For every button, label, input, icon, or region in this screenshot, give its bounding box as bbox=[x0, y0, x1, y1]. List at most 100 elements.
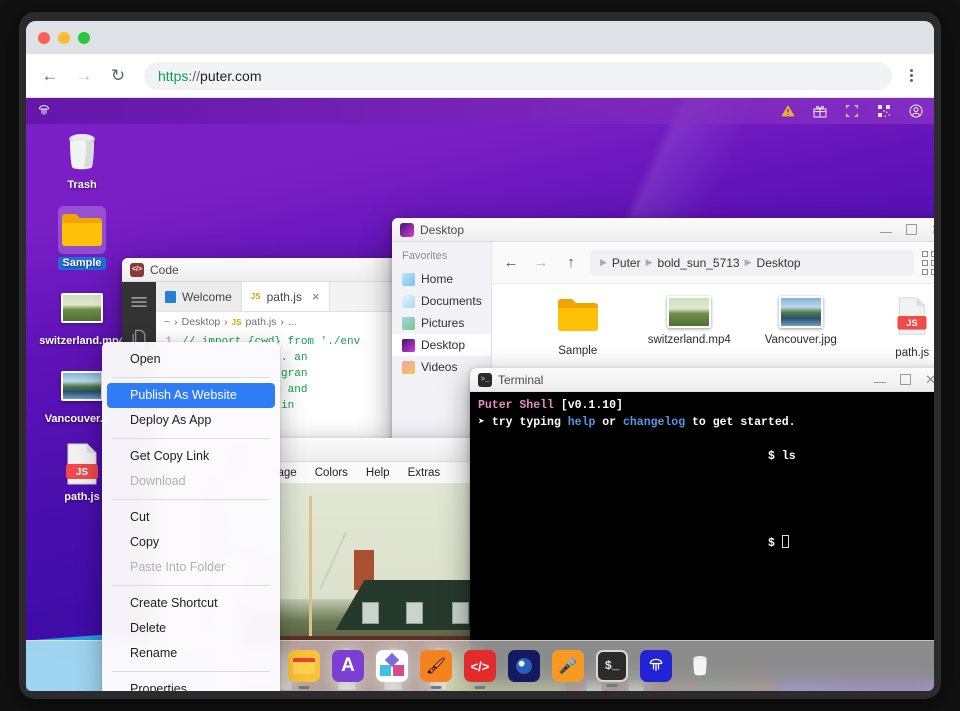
qr-code-icon[interactable] bbox=[876, 103, 892, 119]
menu-item-copy[interactable]: Copy bbox=[102, 530, 280, 555]
sidebar-item-pictures[interactable]: Pictures bbox=[392, 312, 491, 334]
menu-item-cut[interactable]: Cut bbox=[102, 505, 280, 530]
maximize-icon[interactable] bbox=[906, 224, 918, 235]
close-icon[interactable]: ✕ bbox=[925, 373, 934, 386]
dock-3d-app[interactable] bbox=[376, 650, 408, 682]
desktop-icon-label: Sample bbox=[58, 257, 106, 270]
breadcrumb-segment[interactable]: Puter bbox=[612, 256, 641, 270]
address-bar[interactable]: https://puter.com bbox=[144, 61, 892, 90]
menu-item-paste-into-folder: Paste Into Folder bbox=[130, 560, 226, 574]
menu-item-properties[interactable]: Properties bbox=[102, 677, 280, 691]
menu-item-publish-as-website[interactable]: Publish As Website bbox=[107, 383, 275, 408]
puter-logo-icon[interactable] bbox=[36, 103, 52, 119]
up-arrow-icon[interactable]: ↑ bbox=[560, 252, 582, 274]
forward-arrow-icon[interactable]: → bbox=[530, 252, 552, 274]
desktop-icon-trash[interactable]: Trash bbox=[38, 128, 126, 192]
back-arrow-icon[interactable]: ← bbox=[36, 62, 64, 90]
desktop-icon-sample[interactable]: Sample bbox=[38, 206, 126, 270]
minimize-icon[interactable] bbox=[874, 376, 887, 383]
kebab-menu-icon[interactable] bbox=[898, 62, 924, 90]
terminal-cursor-line: $ bbox=[478, 535, 934, 552]
hamburger-menu-icon[interactable] bbox=[129, 292, 149, 312]
context-menu[interactable]: Open Publish As Website Deploy As App Ge… bbox=[102, 342, 280, 691]
terminal-command-line: $ ls bbox=[478, 448, 934, 465]
dock-terminal-app[interactable]: $_ bbox=[596, 650, 628, 682]
tab-welcome[interactable]: Welcome bbox=[156, 282, 242, 311]
js-file-icon: JS bbox=[231, 317, 242, 327]
menu-extras[interactable]: Extras bbox=[408, 467, 441, 479]
js-file-icon: JS bbox=[58, 440, 106, 488]
desktop-icon-switzerland[interactable]: switzerland.mp4 bbox=[38, 284, 126, 348]
breadcrumb-segment[interactable]: Desktop bbox=[757, 256, 801, 270]
forward-arrow-icon[interactable]: → bbox=[70, 62, 98, 90]
maximize-window-button[interactable] bbox=[78, 32, 90, 44]
minimize-window-button[interactable] bbox=[58, 32, 70, 44]
close-window-button[interactable] bbox=[38, 32, 50, 44]
menu-item-open[interactable]: Open bbox=[102, 347, 280, 372]
dock-files-app[interactable] bbox=[288, 650, 320, 682]
menu-item-get-copy-link[interactable]: Get Copy Link bbox=[102, 444, 280, 469]
account-icon[interactable] bbox=[908, 103, 924, 119]
code-app-icon: </> bbox=[130, 262, 144, 277]
tab-pathjs[interactable]: JS path.js × bbox=[241, 282, 330, 311]
terminal-window[interactable]: >_ Terminal ✕ Puter Shell [v0.1.10] ➤ tr… bbox=[470, 368, 934, 680]
home-icon bbox=[402, 272, 415, 286]
maximize-icon[interactable] bbox=[900, 374, 912, 385]
hint-post: to get started. bbox=[685, 416, 796, 429]
device-frame: ← → ↻ https://puter.com Trash Sample sw… bbox=[19, 12, 941, 699]
topbar-left bbox=[36, 103, 52, 119]
explorer-titlebar[interactable]: Desktop ✕ bbox=[392, 218, 934, 242]
sidebar-item-documents[interactable]: Documents bbox=[392, 290, 491, 312]
videos-icon bbox=[402, 360, 415, 374]
menu-separator bbox=[112, 671, 270, 672]
dock-puter-app[interactable] bbox=[640, 650, 672, 682]
close-icon[interactable]: × bbox=[312, 289, 320, 304]
terminal-window-buttons[interactable]: ✕ bbox=[874, 373, 934, 386]
menu-item-create-shortcut[interactable]: Create Shortcut bbox=[102, 591, 280, 616]
video-thumbnail-icon bbox=[667, 296, 712, 328]
menu-item-rename[interactable]: Rename bbox=[102, 641, 280, 666]
dock-camera-app[interactable] bbox=[508, 650, 540, 682]
photo-mast bbox=[309, 496, 312, 646]
sidebar-item-home[interactable]: Home bbox=[392, 268, 491, 290]
grid-view-icon[interactable] bbox=[922, 250, 934, 275]
menu-item-deploy-as-app[interactable]: Deploy As App bbox=[102, 408, 280, 433]
gift-icon[interactable] bbox=[812, 103, 828, 119]
menu-separator bbox=[112, 438, 270, 439]
dock-paint-app[interactable]: 🖌 bbox=[420, 650, 452, 682]
shell-name: Puter Shell bbox=[478, 399, 554, 412]
breadcrumb-segment[interactable]: bold_sun_5713 bbox=[658, 256, 740, 270]
image-thumbnail-icon bbox=[778, 296, 823, 328]
shell-version: [v0.1.10] bbox=[560, 399, 623, 412]
breadcrumb-segment[interactable]: path.js bbox=[245, 316, 276, 328]
warning-icon[interactable] bbox=[780, 103, 796, 119]
reload-icon[interactable]: ↻ bbox=[104, 62, 132, 90]
breadcrumb-segment[interactable]: ~ bbox=[164, 316, 170, 328]
pictures-icon bbox=[402, 316, 415, 330]
hint-mid: or bbox=[595, 416, 623, 429]
sidebar-item-desktop[interactable]: Desktop bbox=[392, 334, 491, 356]
dock-code-app[interactable]: </> bbox=[464, 650, 496, 682]
breadcrumb[interactable]: ▶ Puter ▶ bold_sun_5713 ▶ Desktop bbox=[590, 249, 914, 276]
menu-item-delete[interactable]: Delete bbox=[102, 616, 280, 641]
url-separator: :// bbox=[188, 67, 201, 84]
dock-trash[interactable] bbox=[684, 650, 716, 682]
code-window-titlebar[interactable]: </> Code bbox=[122, 258, 422, 282]
command-text: ls bbox=[781, 450, 796, 463]
dock-recorder-app[interactable]: 🎤 bbox=[552, 650, 584, 682]
menu-colors[interactable]: Colors bbox=[315, 467, 348, 479]
terminal-output[interactable]: Puter Shell [v0.1.10] ➤ try typing help … bbox=[470, 392, 934, 680]
minimize-icon[interactable] bbox=[880, 226, 893, 233]
window-traffic-lights[interactable] bbox=[38, 32, 90, 44]
menu-help[interactable]: Help bbox=[366, 467, 390, 479]
back-arrow-icon[interactable]: ← bbox=[500, 252, 522, 274]
dock-editor-app[interactable]: A bbox=[332, 650, 364, 682]
terminal-titlebar[interactable]: >_ Terminal ✕ bbox=[470, 368, 934, 392]
breadcrumb-segment[interactable]: Desktop bbox=[182, 316, 221, 328]
close-icon[interactable]: ✕ bbox=[931, 223, 934, 236]
explorer-window-buttons[interactable]: ✕ bbox=[880, 223, 934, 236]
explorer-toolbar: ← → ↑ ▶ Puter ▶ bold_sun_5713 ▶ Desktop bbox=[492, 242, 934, 284]
fullscreen-icon[interactable] bbox=[844, 103, 860, 119]
browser-toolbar: ← → ↻ https://puter.com bbox=[26, 54, 934, 98]
folder-icon bbox=[58, 206, 106, 254]
